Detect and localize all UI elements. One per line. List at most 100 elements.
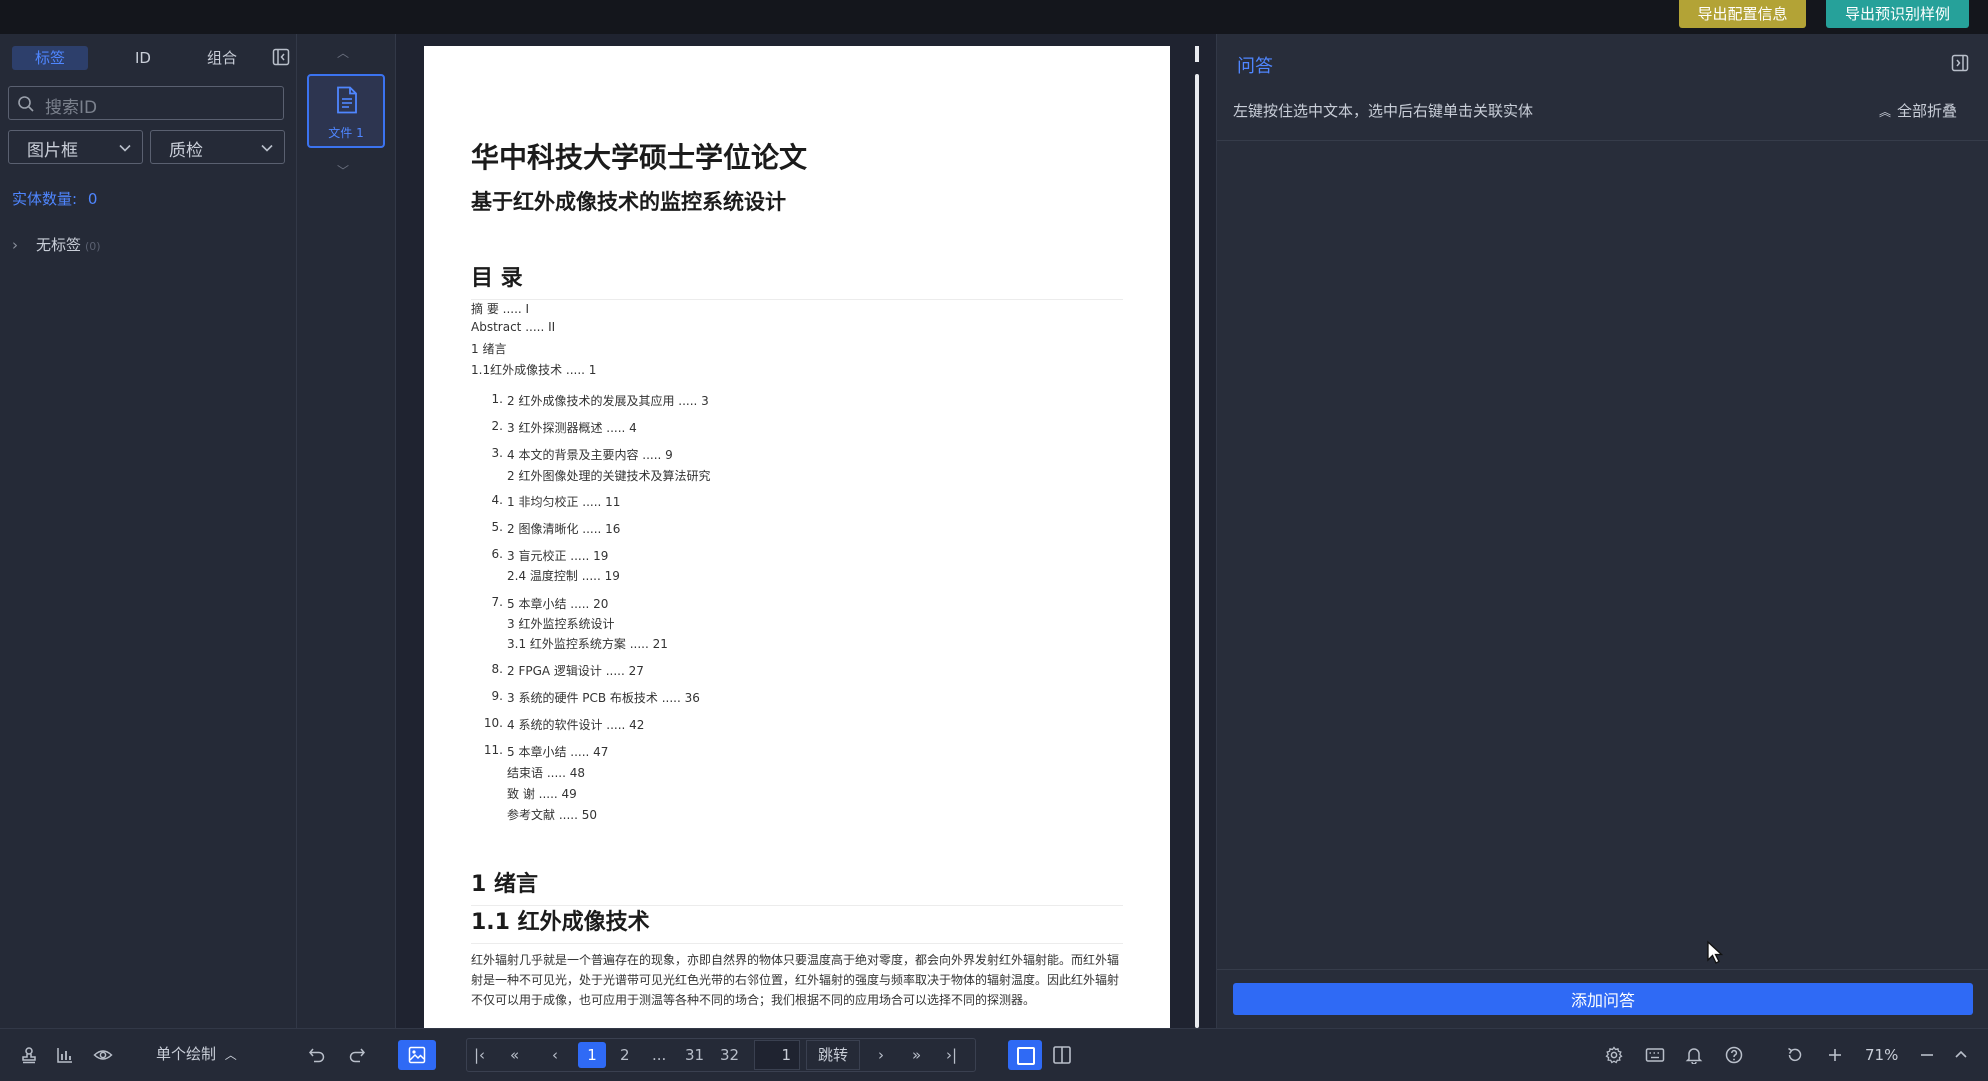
chevron-up-icon: ︿ <box>224 1048 237 1062</box>
toc-item: 3 盲元校正 ..... 19 <box>507 549 609 563</box>
toc-num: 2. <box>491 419 503 433</box>
jump-button[interactable]: 跳转 <box>806 1040 860 1070</box>
body-paragraph: 红外辐射几乎就是一个普遍存在的现象，亦即自然界的物体只要温度高于绝对零度，都会向… <box>471 953 1120 1007</box>
toc-num: 4. <box>491 493 503 507</box>
page-31[interactable]: 31 <box>685 1046 704 1064</box>
toc-num: 8. <box>491 662 503 676</box>
file-thumbnail[interactable]: 文件 1 <box>307 74 385 148</box>
toc-item: 1 非均匀校正 ..... 11 <box>507 495 621 509</box>
document-page: 华中科技大学硕士学位论文 基于红外成像技术的监控系统设计 目 录 摘 要 ...… <box>424 46 1170 1028</box>
redo-icon[interactable] <box>348 1046 366 1064</box>
last-page-icon[interactable]: ›| <box>946 1046 957 1064</box>
collapse-panel-icon[interactable] <box>272 48 290 66</box>
bell-icon[interactable] <box>1685 1046 1703 1064</box>
mouse-cursor-icon <box>1707 940 1724 964</box>
search-icon <box>18 96 34 112</box>
qa-title: 问答 <box>1237 56 1273 77</box>
divider <box>1217 140 1988 141</box>
left-panel: 标签 ID 组合 搜索ID 图片框 质检 实体数量: 0 › 无标签 (0) <box>0 34 297 1028</box>
split-view-icon[interactable] <box>1052 1045 1072 1065</box>
toc-item: 5 本章小结 ..... 47 <box>507 745 609 759</box>
toc-item: 2 红外图像处理的关键技术及算法研究 <box>507 469 711 483</box>
bottom-toolbar: 单个绘制 ︿ |‹ « ‹ 1 2 ... 31 32 1 跳转 › » ›| <box>0 1028 1988 1081</box>
toc-item: 4 本文的背景及主要内容 ..... 9 <box>507 448 673 462</box>
chevron-down-icon <box>119 144 131 152</box>
qc-select-value: 质检 <box>169 141 203 161</box>
entity-count-label: 实体数量: <box>12 190 78 208</box>
single-page-view-button[interactable] <box>1008 1040 1042 1070</box>
page-ellipsis[interactable]: ... <box>652 1046 666 1064</box>
tab-group[interactable]: 组合 <box>182 46 262 70</box>
toc-item: 致 谢 ..... 49 <box>507 787 577 801</box>
toc-num: 6. <box>491 547 503 561</box>
toc-num: 1. <box>491 392 503 406</box>
search-input[interactable]: 搜索ID <box>8 86 284 120</box>
draw-mode-select[interactable]: 单个绘制 ︿ <box>156 1043 237 1064</box>
image-box-select-value: 图片框 <box>27 141 78 161</box>
toc-num: 11. <box>483 743 503 757</box>
toc-item: 2 图像清晰化 ..... 16 <box>507 522 621 536</box>
rotate-icon[interactable] <box>1786 1046 1804 1064</box>
image-mode-button[interactable] <box>398 1040 436 1070</box>
toc-item: 2 FPGA 逻辑设计 ..... 27 <box>507 664 644 678</box>
toc-item: 结束语 ..... 48 <box>507 766 585 780</box>
toc-item: 3 红外探测器概述 ..... 4 <box>507 421 637 435</box>
entity-count-value: 0 <box>87 190 98 208</box>
prev-page-icon[interactable]: ‹ <box>552 1046 558 1064</box>
toc-item: 5 本章小结 ..... 20 <box>507 597 609 611</box>
section-heading: 1 绪言 <box>471 866 1123 906</box>
page-number-input[interactable]: 1 <box>754 1040 800 1070</box>
fold-all-button[interactable]: ︽ 全部折叠 <box>1879 100 1957 121</box>
tree-item-untagged[interactable]: › 无标签 (0) <box>12 234 101 255</box>
toc-num: 3. <box>491 446 503 460</box>
chevron-up-icon[interactable] <box>1953 1046 1969 1064</box>
keyboard-icon[interactable] <box>1645 1046 1665 1064</box>
help-icon[interactable] <box>1725 1046 1743 1064</box>
tab-labels[interactable]: 标签 <box>12 46 88 70</box>
toc-heading: 目 录 <box>471 260 1123 300</box>
toc-line: 摘 要 ..... I <box>471 302 530 316</box>
next-page-icon[interactable]: › <box>878 1046 884 1064</box>
double-chevron-up-icon: ︽ <box>1879 105 1892 119</box>
chevron-up-icon[interactable]: ︿ <box>337 44 349 61</box>
thumbnail-panel: ︿ 文件 1 ﹀ <box>297 34 396 1028</box>
prev-five-pages-icon[interactable]: « <box>510 1046 519 1064</box>
search-placeholder: 搜索ID <box>45 98 98 118</box>
draw-mode-label: 单个绘制 <box>156 1045 217 1063</box>
eye-icon[interactable] <box>93 1046 113 1064</box>
entity-count: 实体数量: 0 <box>12 188 97 209</box>
tab-id[interactable]: ID <box>110 46 176 70</box>
toc-line: 1.1红外成像技术 ..... 1 <box>471 363 597 377</box>
zoom-in-icon[interactable] <box>1826 1046 1844 1064</box>
document-scrollbar[interactable] <box>1195 74 1199 1028</box>
first-page-icon[interactable]: |‹ <box>474 1046 485 1064</box>
gear-icon[interactable] <box>1605 1046 1623 1064</box>
chevron-down-icon <box>261 144 273 152</box>
divider <box>1217 969 1988 970</box>
page-2[interactable]: 2 <box>620 1046 630 1064</box>
toc-item: 2 红外成像技术的发展及其应用 ..... 3 <box>507 394 709 408</box>
chevron-down-icon[interactable]: ﹀ <box>337 162 349 179</box>
chevron-right-icon[interactable]: › <box>12 236 36 254</box>
zoom-out-icon[interactable] <box>1918 1046 1936 1064</box>
export-sample-button[interactable]: 导出预识别样例 <box>1826 0 1969 28</box>
tree-item-label: 无标签 <box>36 236 82 254</box>
section-heading: 1.1 红外成像技术 <box>471 904 1123 944</box>
next-five-pages-icon[interactable]: » <box>912 1046 921 1064</box>
add-qa-button[interactable]: 添加问答 <box>1233 983 1973 1015</box>
toc-item: 3 系统的硬件 PCB 布板技术 ..... 36 <box>507 691 700 705</box>
bar-chart-icon[interactable] <box>56 1046 74 1064</box>
toc-item: 参考文献 ..... 50 <box>507 808 597 822</box>
scrollbar-cap <box>1195 46 1199 62</box>
collapse-panel-icon[interactable] <box>1951 54 1969 72</box>
export-config-button[interactable]: 导出配置信息 <box>1679 0 1806 28</box>
page-32[interactable]: 32 <box>720 1046 739 1064</box>
stamp-icon[interactable] <box>20 1046 38 1064</box>
page-1[interactable]: 1 <box>578 1042 606 1068</box>
qc-select[interactable]: 质检 <box>150 130 285 164</box>
zoom-level: 71% <box>1865 1046 1899 1064</box>
toc-item: 2.4 温度控制 ..... 19 <box>507 569 620 583</box>
undo-icon[interactable] <box>308 1046 326 1064</box>
qa-panel: 问答 左键按住选中文本，选中后右键单击关联实体 ︽ 全部折叠 添加问答 <box>1216 34 1988 1028</box>
image-box-select[interactable]: 图片框 <box>8 130 143 164</box>
